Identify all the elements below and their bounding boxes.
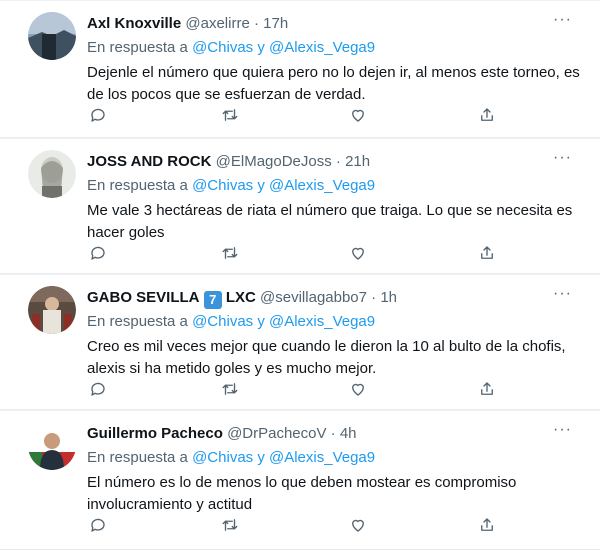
tweet[interactable]: JOSS AND ROCK @ElMagoDeJoss · 21h En res… (0, 138, 600, 274)
share-icon[interactable] (476, 242, 498, 264)
reply-context: En respuesta a @Chivas y @Alexis_Vega9 (87, 448, 582, 468)
tweet[interactable]: GABO SEVILLA 7 LXC @sevillagabbo7 · 1h E… (0, 274, 600, 410)
timestamp[interactable]: 21h (345, 153, 370, 170)
tweet-actions (87, 242, 507, 266)
author-handle[interactable]: @sevillagabbo7 (260, 289, 367, 306)
reply-icon[interactable] (87, 378, 109, 400)
more-icon[interactable]: ··· (553, 286, 572, 302)
avatar[interactable] (28, 150, 76, 198)
reply-icon[interactable] (87, 514, 109, 536)
tweet-text: Creo es mil veces mejor que cuando le di… (87, 338, 566, 377)
tweet-feed: Axl Knoxville @axelirre · 17h En respues… (0, 0, 600, 550)
retweet-icon[interactable] (219, 104, 241, 126)
reply-users-link[interactable]: @Chivas y @Alexis_Vega9 (192, 39, 375, 56)
reply-context: En respuesta a @Chivas y @Alexis_Vega9 (87, 38, 582, 58)
avatar[interactable] (28, 12, 76, 60)
reply-icon[interactable] (87, 242, 109, 264)
like-icon[interactable] (347, 242, 369, 264)
tweet-content: Axl Knoxville @axelirre · 17h En respues… (87, 14, 582, 106)
separator: · (335, 153, 341, 170)
keycap-badge: 7 (203, 291, 222, 309)
reply-prefix: En respuesta a (87, 39, 188, 56)
tweet-header: Guillermo Pacheco @DrPachecoV · 4h (87, 424, 582, 444)
reply-context: En respuesta a @Chivas y @Alexis_Vega9 (87, 176, 582, 196)
tweet-content: Guillermo Pacheco @DrPachecoV · 4h En re… (87, 424, 582, 516)
avatar-image (28, 422, 76, 470)
tweet-actions (87, 514, 507, 538)
retweet-icon[interactable] (219, 378, 241, 400)
share-icon[interactable] (476, 378, 498, 400)
timestamp[interactable]: 17h (263, 15, 288, 32)
retweet-icon[interactable] (219, 242, 241, 264)
timestamp[interactable]: 1h (380, 289, 397, 306)
share-icon[interactable] (476, 514, 498, 536)
reply-users-link[interactable]: @Chivas y @Alexis_Vega9 (192, 177, 375, 194)
more-icon[interactable]: ··· (553, 12, 572, 28)
tweet-header: GABO SEVILLA 7 LXC @sevillagabbo7 · 1h (87, 288, 582, 309)
author-handle[interactable]: @DrPachecoV (227, 425, 326, 442)
tweet-text: Dejenle el número que quiera pero no lo … (87, 64, 580, 103)
reply-users-link[interactable]: @Chivas y @Alexis_Vega9 (192, 313, 375, 330)
separator: · (330, 425, 336, 442)
tweet-actions (87, 104, 507, 128)
reply-context: En respuesta a @Chivas y @Alexis_Vega9 (87, 312, 582, 332)
share-icon[interactable] (476, 104, 498, 126)
author-name[interactable]: Guillermo Pacheco (87, 425, 223, 442)
reply-users-link[interactable]: @Chivas y @Alexis_Vega9 (192, 449, 375, 466)
tweet-content: GABO SEVILLA 7 LXC @sevillagabbo7 · 1h E… (87, 288, 582, 380)
avatar-image (28, 286, 76, 334)
reply-prefix: En respuesta a (87, 449, 188, 466)
tweet[interactable]: Axl Knoxville @axelirre · 17h En respues… (0, 0, 600, 138)
reply-prefix: En respuesta a (87, 177, 188, 194)
separator: · (371, 289, 377, 306)
avatar-image (28, 150, 76, 198)
tweet-content: JOSS AND ROCK @ElMagoDeJoss · 21h En res… (87, 152, 582, 244)
tweet-text: Me vale 3 hectáreas de riata el número q… (87, 202, 573, 241)
author-name-suffix[interactable]: LXC (226, 289, 256, 306)
author-handle[interactable]: @ElMagoDeJoss (216, 153, 332, 170)
avatar[interactable] (28, 286, 76, 334)
tweet-text: El número es lo de menos lo que deben mo… (87, 474, 517, 513)
tweet-header: Axl Knoxville @axelirre · 17h (87, 14, 582, 34)
separator: · (253, 15, 259, 32)
tweet[interactable]: Guillermo Pacheco @DrPachecoV · 4h En re… (0, 410, 600, 550)
author-name[interactable]: JOSS AND ROCK (87, 153, 211, 170)
like-icon[interactable] (347, 104, 369, 126)
avatar[interactable] (28, 422, 76, 470)
avatar-image (28, 12, 76, 60)
like-icon[interactable] (347, 378, 369, 400)
timestamp[interactable]: 4h (340, 425, 357, 442)
author-name[interactable]: GABO SEVILLA (87, 289, 200, 306)
author-handle[interactable]: @axelirre (185, 15, 249, 32)
tweet-actions (87, 378, 507, 402)
reply-icon[interactable] (87, 104, 109, 126)
more-icon[interactable]: ··· (553, 150, 572, 166)
retweet-icon[interactable] (219, 514, 241, 536)
like-icon[interactable] (347, 514, 369, 536)
more-icon[interactable]: ··· (553, 422, 572, 438)
reply-prefix: En respuesta a (87, 313, 188, 330)
author-name[interactable]: Axl Knoxville (87, 15, 181, 32)
tweet-header: JOSS AND ROCK @ElMagoDeJoss · 21h (87, 152, 582, 172)
